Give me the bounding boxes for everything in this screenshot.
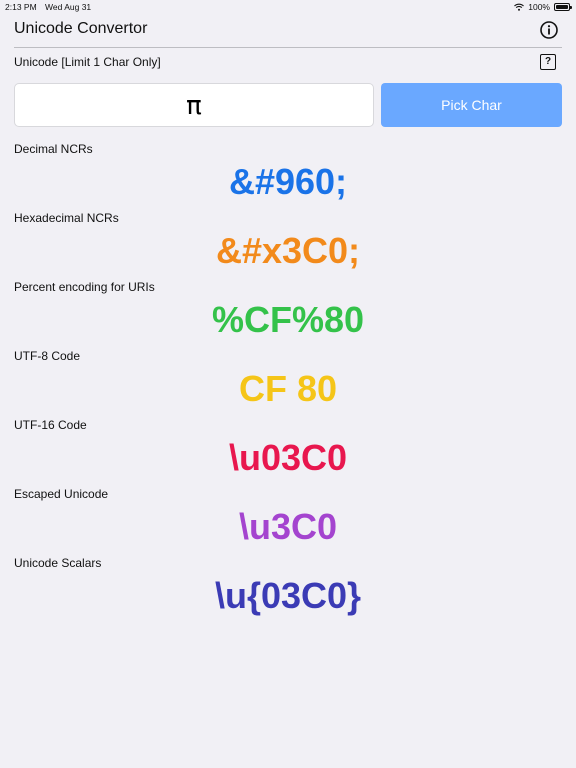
- result-label: Hexadecimal NCRs: [14, 211, 119, 225]
- result-label: Escaped Unicode: [14, 487, 109, 501]
- page-title: Unicode Convertor: [14, 20, 148, 37]
- char-input[interactable]: π: [14, 83, 374, 127]
- result-value: CF 80: [238, 368, 338, 409]
- result-value: &#960;: [228, 161, 348, 202]
- battery-percent: 100%: [528, 2, 550, 12]
- result-value: \u{03C0}: [214, 575, 362, 616]
- header-divider: [14, 47, 562, 48]
- unicode-input-label: Unicode [Limit 1 Char Only]: [14, 55, 161, 69]
- pick-char-button[interactable]: Pick Char: [381, 83, 562, 127]
- battery-icon: [554, 3, 572, 11]
- result-value: \u03C0: [228, 437, 348, 478]
- status-date: Wed Aug 31: [45, 2, 92, 12]
- wifi-icon: [514, 3, 525, 11]
- result-value: %CF%80: [211, 299, 365, 340]
- result-label: Unicode Scalars: [14, 556, 102, 570]
- battery-fill: [556, 5, 568, 9]
- status-bar: 2:13 PM Wed Aug 31 100%: [0, 0, 576, 14]
- result-value: &#x3C0;: [215, 230, 361, 271]
- result-label: UTF-8 Code: [14, 349, 81, 363]
- result-value: \u3C0: [238, 506, 338, 547]
- question-square-icon[interactable]: ?: [540, 54, 556, 70]
- info-circle-icon[interactable]: [539, 20, 559, 40]
- status-time: 2:13 PM: [5, 2, 37, 12]
- result-label: Decimal NCRs: [14, 142, 93, 156]
- status-right: 100%: [514, 2, 572, 12]
- result-label: Percent encoding for URIs: [14, 280, 155, 294]
- result-label: UTF-16 Code: [14, 418, 87, 432]
